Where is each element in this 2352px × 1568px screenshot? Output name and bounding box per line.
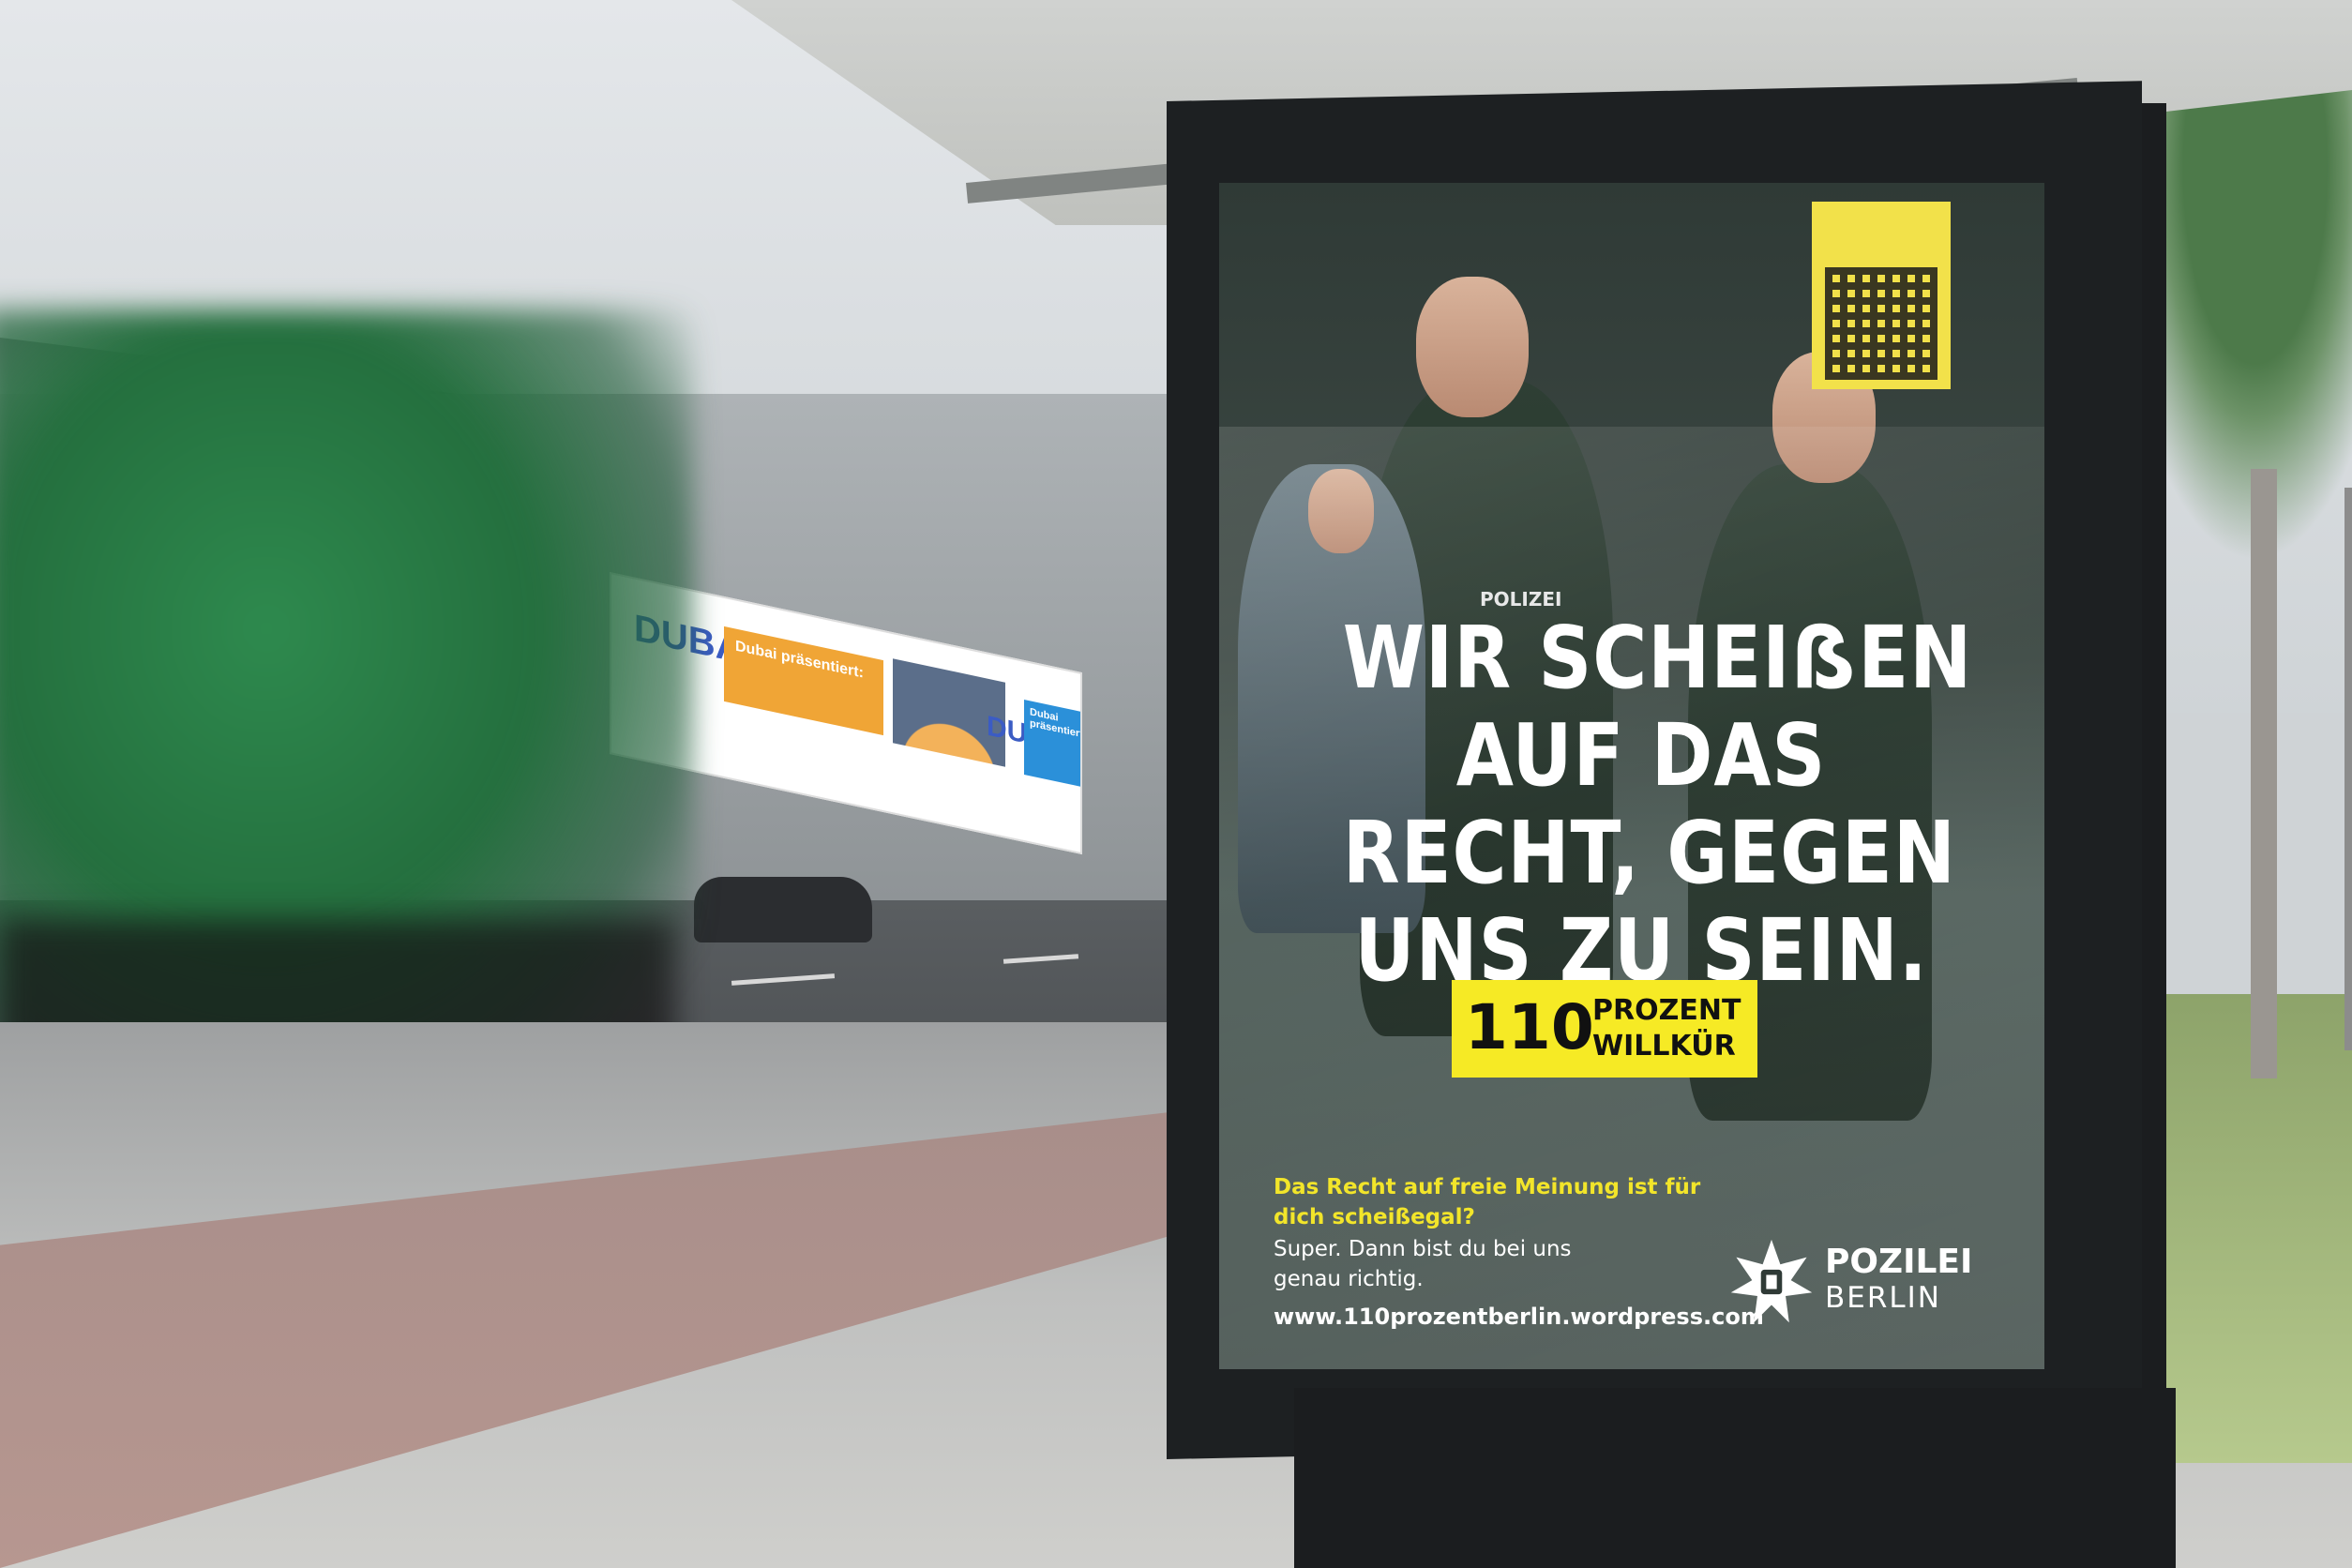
badge-text: PROZENT WILLKÜR <box>1592 993 1741 1064</box>
tree-trunk <box>2251 469 2277 1078</box>
poster-url: www.110prozentberlin.wordpress.com <box>1274 1304 1764 1330</box>
qr-sticker <box>1812 202 1951 389</box>
badge-number: 110 <box>1465 991 1594 1063</box>
banner-headline: Dubai präsentiert: <box>735 638 864 682</box>
headline-line: RECHT, GEGEN <box>1342 803 1956 903</box>
pozilei-berlin-logo: POZILEI BERLIN <box>1727 1238 1990 1341</box>
poster-headline: WIR SCHEIẞEN AUF DAS RECHT, GEGEN UNS ZU… <box>1342 608 1973 1000</box>
lane-marking <box>731 973 836 986</box>
sign-pole <box>2344 488 2352 1050</box>
headline-line: AUF DAS <box>1455 705 1827 806</box>
police-star-icon <box>1730 1239 1813 1323</box>
poster: POLIZEI WIR SCHEIẞEN AUF DAS RECHT, GEGE… <box>1219 183 2044 1369</box>
logo-text: POZILEI BERLIN <box>1825 1243 1973 1316</box>
poster-copy: Das Recht auf freie Meinung ist für dich… <box>1274 1172 1780 1334</box>
poster-answer: Super. Dann bist du bei uns genau richti… <box>1274 1237 1572 1291</box>
badge-line: PROZENT <box>1592 994 1741 1027</box>
banner-headline-box: Dubai präsentiert: <box>724 626 883 736</box>
headline-line: WIR SCHEIẞEN <box>1342 608 1973 708</box>
logo-line-2: BERLIN <box>1825 1281 1941 1315</box>
banner-headline-small: Dubai präsentiert: <box>1030 706 1082 742</box>
qr-code <box>1825 267 1937 380</box>
banner-headline-box-small: Dubai präsentiert: <box>1024 699 1082 787</box>
officer-face <box>1416 277 1529 417</box>
badge-line: WILLKÜR <box>1592 1030 1736 1063</box>
poster-question: Das Recht auf freie Meinung ist für dich… <box>1274 1175 1701 1229</box>
car <box>694 877 872 942</box>
logo-line-1: POZILEI <box>1825 1243 1973 1281</box>
prozent-badge: 110 PROZENT WILLKÜR <box>1452 980 1757 1078</box>
display-case-base <box>1294 1388 2176 1568</box>
lane-marking <box>1003 954 1079 964</box>
